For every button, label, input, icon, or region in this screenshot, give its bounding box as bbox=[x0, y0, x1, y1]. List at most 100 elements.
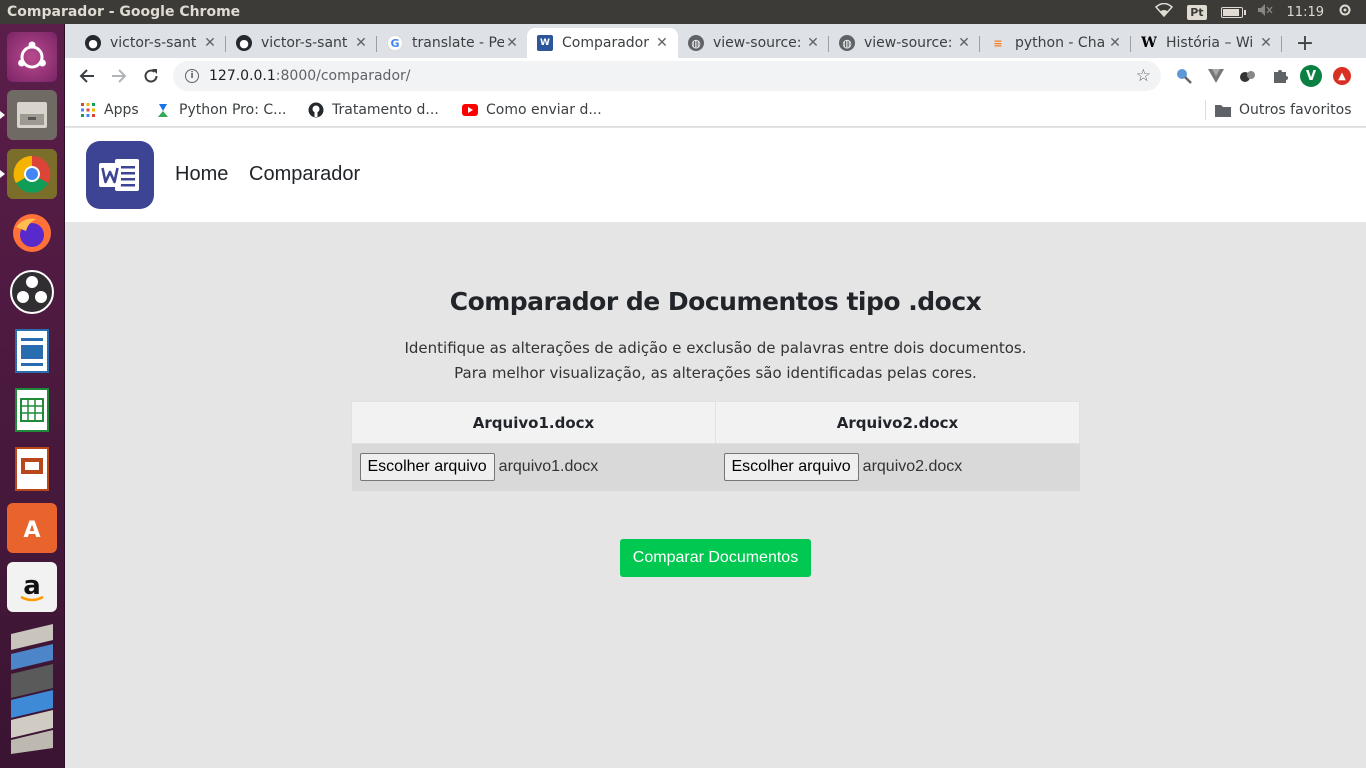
bookmarks-bar: Apps Python Pro: C... Tratamento d... Co… bbox=[65, 94, 1366, 127]
tab-label: python - Cha bbox=[1015, 35, 1106, 51]
extensions-puzzle-icon[interactable] bbox=[1270, 66, 1290, 86]
system-tray: Pt 11:19 bbox=[1155, 0, 1366, 24]
tab-github-2[interactable]: ● victor-s-sant ✕ bbox=[226, 28, 377, 58]
tab-label: victor-s-sant bbox=[261, 35, 348, 51]
clock[interactable]: 11:19 bbox=[1287, 5, 1324, 20]
table-header-row: Arquivo1.docx Arquivo2.docx bbox=[351, 401, 1080, 444]
globe-icon: ◍ bbox=[688, 35, 704, 51]
file1-cell: Escolher arquivo arquivo1.docx bbox=[351, 443, 716, 491]
app-launcher: A a bbox=[0, 24, 65, 768]
nav-comparador-link[interactable]: Comparador bbox=[249, 163, 360, 186]
forward-button[interactable] bbox=[107, 64, 131, 88]
amazon-app-icon[interactable]: a bbox=[7, 562, 57, 612]
nav-home-link[interactable]: Home bbox=[175, 163, 228, 186]
window-title: Comparador - Google Chrome bbox=[7, 4, 241, 20]
choose-file-1-button[interactable]: Escolher arquivo bbox=[359, 453, 495, 482]
bookmark-tratamento[interactable]: Tratamento d... bbox=[308, 100, 439, 120]
tab-translate[interactable]: G translate - Pe ✕ bbox=[377, 28, 528, 58]
extension-dots-icon[interactable] bbox=[1238, 66, 1258, 86]
tab-comparador[interactable]: W Comparador ✕ bbox=[527, 28, 678, 58]
github-icon: ● bbox=[236, 35, 252, 51]
close-icon[interactable]: ✕ bbox=[956, 35, 972, 51]
obs-app-icon[interactable] bbox=[7, 267, 57, 317]
writer-app-icon[interactable] bbox=[7, 326, 57, 376]
profile-avatar[interactable]: V bbox=[1300, 65, 1322, 87]
wifi-icon[interactable] bbox=[1155, 2, 1174, 21]
file-upload-table: Arquivo1.docx Arquivo2.docx Escolher arq… bbox=[351, 401, 1080, 491]
bookmark-python-pro[interactable]: Python Pro: C... bbox=[155, 100, 286, 120]
github-icon bbox=[308, 102, 324, 118]
bookmark-label: Python Pro: C... bbox=[179, 102, 287, 118]
column-header-arquivo1: Arquivo1.docx bbox=[351, 401, 716, 444]
bookmark-label: Como enviar d... bbox=[486, 102, 602, 118]
site-info-icon[interactable]: i bbox=[185, 69, 199, 83]
close-icon[interactable]: ✕ bbox=[504, 35, 520, 51]
url-host: 127.0.0.1 bbox=[209, 68, 276, 84]
bookmark-label: Tratamento d... bbox=[332, 102, 439, 118]
browser-toolbar: i 127.0.0.1:8000/comparador/ ☆ V ▲ bbox=[65, 58, 1366, 94]
tab-label: Comparador bbox=[562, 35, 649, 51]
file1-name: arquivo1.docx bbox=[498, 458, 599, 476]
tab-label: História – Wi bbox=[1166, 35, 1254, 51]
close-icon[interactable]: ✕ bbox=[805, 35, 821, 51]
keyboard-layout-indicator[interactable]: Pt bbox=[1187, 4, 1207, 20]
description-line-2: Para melhor visualização, as alterações … bbox=[454, 364, 977, 382]
update-alert-icon[interactable]: ▲ bbox=[1333, 67, 1351, 85]
compare-documents-button[interactable]: Comparar Documentos bbox=[620, 539, 811, 577]
tab-label: view-source: bbox=[864, 35, 953, 51]
ubuntu-dash-icon[interactable] bbox=[7, 32, 57, 82]
close-icon[interactable]: ✕ bbox=[654, 35, 670, 51]
new-tab-button[interactable]: + bbox=[1290, 28, 1320, 58]
chrome-app-icon[interactable] bbox=[0, 149, 57, 199]
files-app-icon[interactable] bbox=[0, 90, 57, 140]
close-icon[interactable]: ✕ bbox=[1107, 35, 1123, 51]
url-path: :8000/comparador/ bbox=[275, 68, 411, 84]
os-top-panel: Comparador - Google Chrome Pt 11:19 bbox=[0, 0, 1366, 24]
bookmark-other-folder[interactable]: Outros favoritos bbox=[1205, 100, 1352, 120]
tab-github-1[interactable]: ● victor-s-sant ✕ bbox=[75, 28, 226, 58]
python-pro-icon bbox=[155, 102, 171, 118]
google-icon: G bbox=[387, 35, 403, 51]
extension-search-icon[interactable] bbox=[1174, 66, 1194, 86]
stacked-apps-icon[interactable] bbox=[7, 614, 57, 754]
stackoverflow-icon: ≡ bbox=[993, 36, 1003, 50]
software-center-icon[interactable]: A bbox=[7, 503, 57, 553]
tab-stackoverflow[interactable]: ≡ python - Cha ✕ bbox=[980, 28, 1131, 58]
tab-view-source-2[interactable]: ◍ view-source: ✕ bbox=[829, 28, 980, 58]
choose-file-2-button[interactable]: Escolher arquivo bbox=[723, 453, 859, 482]
close-icon[interactable]: ✕ bbox=[353, 35, 369, 51]
tab-label: victor-s-sant bbox=[110, 35, 197, 51]
web-page: Home Comparador Comparador de Documentos… bbox=[65, 128, 1366, 768]
tab-wikipedia[interactable]: W História – Wi ✕ bbox=[1131, 28, 1282, 58]
tab-strip: ● victor-s-sant ✕ ● victor-s-sant ✕ G tr… bbox=[65, 24, 1366, 58]
firefox-app-icon[interactable] bbox=[7, 208, 57, 258]
word-logo-icon[interactable] bbox=[86, 141, 154, 209]
volume-muted-icon[interactable] bbox=[1257, 3, 1273, 21]
bookmark-como-enviar[interactable]: Como enviar d... bbox=[462, 100, 602, 120]
bookmark-apps[interactable]: Apps bbox=[80, 100, 139, 120]
back-button[interactable] bbox=[75, 64, 99, 88]
bookmark-label: Outros favoritos bbox=[1239, 102, 1352, 118]
close-icon[interactable]: ✕ bbox=[202, 35, 218, 51]
table-row: Escolher arquivo arquivo1.docx Escolher a… bbox=[351, 443, 1080, 491]
close-icon[interactable]: ✕ bbox=[1258, 35, 1274, 51]
description-line-1: Identifique as alterações de adição e ex… bbox=[404, 339, 1027, 357]
calc-app-icon[interactable] bbox=[7, 385, 57, 435]
tab-view-source-1[interactable]: ◍ view-source: ✕ bbox=[678, 28, 829, 58]
svg-text:a: a bbox=[23, 571, 41, 601]
power-gear-icon[interactable] bbox=[1338, 3, 1352, 21]
page-title: Comparador de Documentos tipo .docx bbox=[449, 287, 982, 316]
address-bar[interactable]: i 127.0.0.1:8000/comparador/ ☆ bbox=[173, 61, 1161, 91]
file2-name: arquivo2.docx bbox=[862, 458, 963, 476]
battery-icon[interactable] bbox=[1220, 6, 1246, 18]
github-icon: ● bbox=[85, 35, 101, 51]
extension-vue-icon[interactable] bbox=[1206, 66, 1226, 86]
reload-button[interactable] bbox=[139, 64, 163, 88]
bookmark-label: Apps bbox=[104, 102, 139, 118]
apps-grid-icon bbox=[80, 102, 96, 118]
folder-icon bbox=[1215, 102, 1231, 118]
bookmark-star-icon[interactable]: ☆ bbox=[1136, 66, 1151, 86]
impress-app-icon[interactable] bbox=[7, 444, 57, 494]
wikipedia-icon: W bbox=[1141, 35, 1157, 51]
tab-label: translate - Pe bbox=[412, 35, 504, 51]
